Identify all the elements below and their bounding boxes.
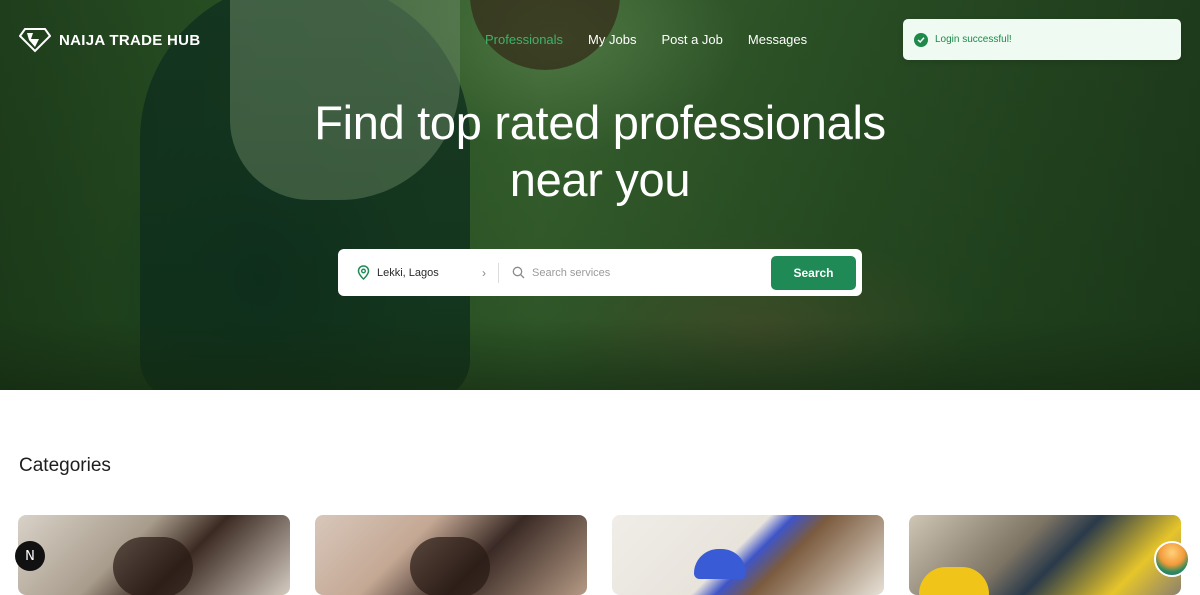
search-bar: Lekki, Lagos › Search (338, 249, 862, 296)
category-card[interactable] (315, 515, 587, 595)
category-card-image (113, 537, 193, 595)
brand-name: NAIJA TRADE HUB (59, 31, 201, 49)
nav-post-a-job[interactable]: Post a Job (661, 32, 722, 47)
category-card-image (410, 537, 490, 595)
category-card[interactable] (909, 515, 1181, 595)
nav-messages[interactable]: Messages (748, 32, 807, 47)
main-nav: Professionals My Jobs Post a Job Message… (485, 32, 832, 47)
service-search-input[interactable] (532, 266, 752, 279)
location-value: Lekki, Lagos (377, 266, 439, 279)
nav-my-jobs[interactable]: My Jobs (588, 32, 636, 47)
nav-professionals[interactable]: Professionals (485, 32, 563, 47)
dev-tools-badge[interactable]: N (15, 541, 45, 571)
categories-heading: Categories (19, 455, 111, 476)
diamond-icon (19, 28, 51, 53)
hero-headline-line2: near you (509, 153, 691, 206)
login-toast: Login successful! (903, 19, 1181, 60)
map-pin-icon (357, 265, 370, 280)
hero-headline: Find top rated professionals near you (0, 94, 1200, 208)
floating-assistant-avatar[interactable] (1154, 541, 1190, 577)
category-card[interactable] (612, 515, 884, 595)
category-card-image (919, 567, 989, 595)
location-selector[interactable]: Lekki, Lagos › (338, 265, 498, 280)
toast-message: Login successful! (935, 34, 1012, 45)
search-button[interactable]: Search (771, 255, 856, 290)
hero-headline-line1: Find top rated professionals (314, 96, 886, 149)
brand-logo[interactable]: NAIJA TRADE HUB (19, 27, 200, 53)
category-card-image (694, 549, 746, 579)
check-circle-icon (914, 32, 928, 47)
category-card[interactable] (18, 515, 290, 595)
chevron-right-icon: › (482, 265, 486, 280)
service-search-group (499, 266, 771, 279)
search-icon (512, 266, 525, 279)
